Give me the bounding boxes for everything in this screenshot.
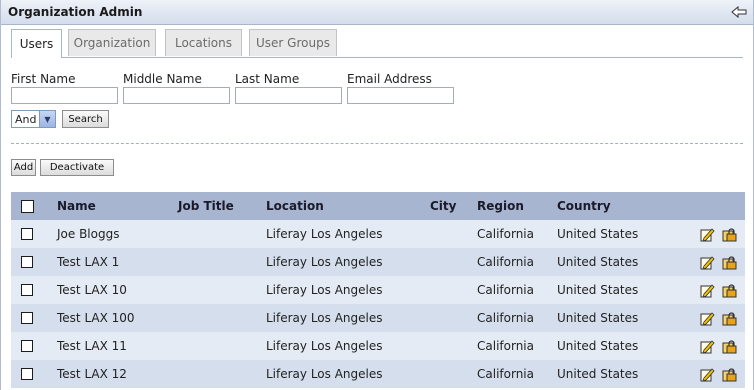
portlet-title: Organization Admin (8, 5, 143, 19)
permissions-icon[interactable] (722, 255, 737, 270)
row-checkbox[interactable] (21, 284, 33, 296)
middle-name-label: Middle Name (123, 72, 202, 86)
permissions-icon[interactable] (722, 339, 737, 354)
section-divider (11, 143, 743, 144)
user-region: California (477, 367, 534, 381)
user-country: United States (557, 339, 639, 353)
row-checkbox[interactable] (21, 256, 33, 268)
tab-users[interactable]: Users (11, 29, 62, 58)
row-checkbox[interactable] (21, 368, 33, 380)
permissions-icon[interactable] (722, 311, 737, 326)
edit-icon[interactable] (700, 227, 715, 242)
user-location: Liferay Los Angeles (266, 367, 383, 381)
column-country[interactable]: Country (557, 199, 611, 213)
row-checkbox[interactable] (21, 228, 33, 240)
permissions-icon[interactable] (722, 283, 737, 298)
user-name[interactable]: Test LAX 10 (57, 283, 127, 297)
user-country: United States (557, 255, 639, 269)
add-button[interactable]: Add (11, 159, 36, 176)
table-header: Name Job Title Location City Region Coun… (11, 192, 745, 220)
edit-icon[interactable] (700, 311, 715, 326)
deactivate-button[interactable]: Deactivate (40, 159, 114, 176)
user-region: California (477, 227, 534, 241)
search-button[interactable]: Search (62, 110, 109, 128)
dropdown-arrow-icon[interactable]: ▼ (39, 111, 55, 127)
row-checkbox[interactable] (21, 340, 33, 352)
user-location: Liferay Los Angeles (266, 227, 383, 241)
select-all-checkbox[interactable] (21, 200, 34, 213)
user-country: United States (557, 283, 639, 297)
permissions-icon[interactable] (722, 227, 737, 242)
user-region: California (477, 339, 534, 353)
user-location: Liferay Los Angeles (266, 339, 383, 353)
first-name-label: First Name (11, 72, 76, 86)
table-row: Joe Bloggs Liferay Los Angeles Californi… (11, 220, 745, 248)
user-country: United States (557, 367, 639, 381)
table-row: Test LAX 100 Liferay Los Angeles Califor… (11, 304, 745, 332)
user-name[interactable]: Test LAX 11 (57, 339, 127, 353)
tab-locations[interactable]: Locations (165, 29, 242, 56)
email-address-field[interactable] (347, 87, 454, 104)
tab-user-groups[interactable]: User Groups (249, 29, 337, 56)
column-city[interactable]: City (430, 199, 456, 213)
first-name-field[interactable] (11, 87, 118, 104)
table-body: Joe Bloggs Liferay Los Angeles Californi… (11, 220, 745, 388)
user-region: California (477, 255, 534, 269)
tab-organization[interactable]: Organization (68, 29, 156, 56)
last-name-field[interactable] (235, 87, 342, 104)
last-name-label: Last Name (235, 72, 300, 86)
portlet-title-bar: Organization Admin (1, 0, 753, 25)
organization-admin-portlet: Organization Admin Users Organization Lo… (0, 0, 754, 390)
user-name[interactable]: Joe Bloggs (57, 227, 119, 241)
tab-bar: Users Organization Locations User Groups (11, 29, 743, 58)
column-location[interactable]: Location (266, 199, 324, 213)
operator-value: And (15, 112, 37, 126)
middle-name-field[interactable] (123, 87, 230, 104)
column-job-title[interactable]: Job Title (178, 199, 234, 213)
user-location: Liferay Los Angeles (266, 283, 383, 297)
back-arrow-icon[interactable] (731, 5, 747, 19)
edit-icon[interactable] (700, 283, 715, 298)
column-region[interactable]: Region (477, 199, 524, 213)
permissions-icon[interactable] (722, 367, 737, 382)
users-table: Name Job Title Location City Region Coun… (11, 192, 745, 388)
table-row: Test LAX 11 Liferay Los Angeles Californ… (11, 332, 745, 360)
user-country: United States (557, 311, 639, 325)
user-name[interactable]: Test LAX 1 (57, 255, 119, 269)
column-name[interactable]: Name (57, 199, 96, 213)
row-checkbox[interactable] (21, 312, 33, 324)
edit-icon[interactable] (700, 339, 715, 354)
user-region: California (477, 311, 534, 325)
edit-icon[interactable] (700, 255, 715, 270)
user-location: Liferay Los Angeles (266, 311, 383, 325)
user-name[interactable]: Test LAX 12 (57, 367, 127, 381)
user-country: United States (557, 227, 639, 241)
table-row: Test LAX 1 Liferay Los Angeles Californi… (11, 248, 745, 276)
user-name[interactable]: Test LAX 100 (57, 311, 135, 325)
email-address-label: Email Address (347, 72, 432, 86)
edit-icon[interactable] (700, 367, 715, 382)
table-row: Test LAX 10 Liferay Los Angeles Californ… (11, 276, 745, 304)
and-or-select[interactable]: And ▼ (11, 110, 56, 128)
table-row: Test LAX 12 Liferay Los Angeles Californ… (11, 360, 745, 388)
user-location: Liferay Los Angeles (266, 255, 383, 269)
user-region: California (477, 283, 534, 297)
